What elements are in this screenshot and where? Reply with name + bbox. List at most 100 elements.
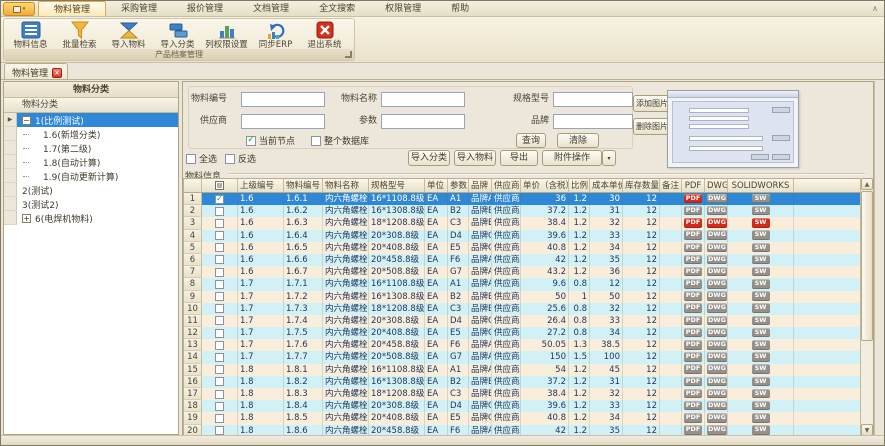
grid-row[interactable]: 1✓1.61.6.1内六角螺栓116*1108.8级EAA1品牌A供应商A136…: [184, 193, 866, 205]
grid-column-header[interactable]: DWG: [705, 179, 728, 193]
dwg-badge[interactable]: DWG: [707, 401, 727, 411]
grid-column-header[interactable]: 单价（含税）: [521, 179, 569, 193]
row-checkbox[interactable]: [215, 219, 224, 228]
dwg-badge[interactable]: DWG: [707, 291, 727, 301]
grid-row[interactable]: 131.71.7.6内六角螺栓620*458.8级EAF6品牌A供应商A650.…: [184, 339, 866, 351]
dwg-badge[interactable]: DWG: [707, 230, 727, 240]
grid-row[interactable]: 81.71.7.1内六角螺栓116*1108.8级EAA1品牌A供应商A19.6…: [184, 278, 866, 290]
ribbon-tab-3[interactable]: 报价管理: [172, 1, 238, 16]
scroll-up-icon[interactable]: ▲: [861, 178, 873, 190]
toolbar-button-material-info[interactable]: 物料信息: [6, 20, 55, 51]
grid-row[interactable]: 101.71.7.3内六角螺栓318*1208.8级EAC3品牌B供应商A325…: [184, 303, 866, 315]
grid-column-header[interactable]: [184, 179, 202, 193]
grid-column-header[interactable]: 备注: [660, 179, 682, 193]
ribbon-tab-1[interactable]: 物料管理: [38, 1, 106, 16]
pdf-badge[interactable]: PDF: [684, 377, 702, 387]
grid-column-header[interactable]: SOLIDWORKS: [728, 179, 794, 193]
grid-column-header[interactable]: 物料编号: [284, 179, 323, 193]
grid-row[interactable]: 91.71.7.2内六角螺栓216*1308.8级EAB2品牌B供应商A2501…: [184, 291, 866, 303]
grid-column-header[interactable]: 规格型号: [369, 179, 425, 193]
whole-db-checkbox[interactable]: 整个数据库: [311, 134, 369, 147]
pdf-badge[interactable]: PDF: [684, 352, 702, 362]
pdf-badge[interactable]: PDF: [684, 340, 702, 350]
grid-row[interactable]: 31.61.6.3内六角螺栓318*1208.8级EAC3品牌B供应商A338.…: [184, 217, 866, 229]
pdf-badge[interactable]: PDF: [684, 206, 702, 216]
dwg-badge[interactable]: DWG: [707, 377, 727, 387]
solidworks-badge[interactable]: SW: [752, 377, 770, 387]
application-menu-button[interactable]: ▾: [3, 2, 35, 16]
solidworks-badge[interactable]: SW: [752, 267, 770, 277]
tree-item[interactable]: +6(电焊机物料): [4, 211, 178, 225]
add-image-button[interactable]: 添加图片: [633, 95, 671, 112]
toolbar-button-batch-filter[interactable]: 批量检索: [55, 20, 104, 51]
grid-vertical-scrollbar[interactable]: ▲ ▼: [860, 178, 873, 436]
solidworks-badge[interactable]: SW: [752, 255, 770, 265]
row-checkbox[interactable]: [215, 243, 224, 252]
grid-row[interactable]: 51.61.6.5内六角螺栓520*408.8级EAE5品牌C供应商A540.8…: [184, 242, 866, 254]
pdf-badge[interactable]: PDF: [684, 364, 702, 374]
solidworks-badge[interactable]: SW: [752, 389, 770, 399]
tree-item[interactable]: 1.7(第二级): [4, 141, 178, 155]
grid-row[interactable]: 61.61.6.6内六角螺栓620*458.8级EAF6品牌A供应商A6421.…: [184, 254, 866, 266]
grid-column-header[interactable]: [202, 179, 238, 193]
select-all-checkbox[interactable]: 全选: [186, 152, 217, 165]
search-input-6[interactable]: [553, 114, 633, 129]
pdf-badge[interactable]: PDF: [684, 230, 702, 240]
header-checkbox-icon[interactable]: [215, 181, 224, 190]
pdf-badge[interactable]: PDF: [684, 243, 702, 253]
grid-row[interactable]: 161.81.8.2内六角螺栓216*1308.8级EAB2品牌B供应商A237…: [184, 376, 866, 388]
dwg-badge[interactable]: DWG: [707, 206, 727, 216]
pdf-badge[interactable]: PDF: [684, 255, 702, 265]
solidworks-badge[interactable]: SW: [752, 291, 770, 301]
dwg-badge[interactable]: DWG: [707, 267, 727, 277]
grid-column-header[interactable]: 比例: [569, 179, 590, 193]
dwg-badge[interactable]: DWG: [707, 340, 727, 350]
solidworks-badge[interactable]: SW: [752, 218, 770, 228]
row-checkbox[interactable]: [215, 255, 224, 264]
dialog-launcher-icon[interactable]: [345, 51, 352, 58]
row-checkbox[interactable]: [215, 304, 224, 313]
grid-row[interactable]: 141.71.7.7内六角螺栓720*508.8级EAG7品牌A供应商A7150…: [184, 351, 866, 363]
toolbar-button-sync-erp[interactable]: 同步ERP: [251, 20, 300, 51]
row-checkbox[interactable]: ✓: [215, 195, 224, 204]
pdf-badge[interactable]: PDF: [684, 425, 702, 435]
pdf-badge[interactable]: PDF: [684, 389, 702, 399]
tree-item[interactable]: 1.9(自动更新计算): [4, 169, 178, 183]
solidworks-badge[interactable]: SW: [752, 316, 770, 326]
dwg-badge[interactable]: DWG: [707, 218, 727, 228]
search-input-2[interactable]: [381, 92, 465, 107]
clear-button[interactable]: 清除: [557, 133, 599, 148]
tree-item[interactable]: 3(测试2): [4, 197, 178, 211]
document-tab-material[interactable]: 物料管理 ✕: [4, 63, 68, 79]
close-icon[interactable]: ✕: [52, 68, 62, 78]
solidworks-badge[interactable]: SW: [752, 328, 770, 338]
grid-column-header[interactable]: 供应商: [492, 179, 521, 193]
import-category-button[interactable]: 导入分类: [408, 150, 450, 166]
grid-row[interactable]: 181.81.8.4内六角螺栓420*308.8级EAD4品牌C供应商A439.…: [184, 400, 866, 412]
ribbon-tab-7[interactable]: 帮助: [436, 1, 484, 16]
dwg-badge[interactable]: DWG: [707, 352, 727, 362]
tree-item[interactable]: 2(测试): [4, 183, 178, 197]
solidworks-badge[interactable]: SW: [752, 206, 770, 216]
pdf-badge[interactable]: PDF: [684, 291, 702, 301]
toolbar-button-import-material[interactable]: 导入物料: [104, 20, 153, 51]
import-material-button[interactable]: 导入物料: [454, 150, 496, 166]
ribbon-tab-2[interactable]: 采购管理: [106, 1, 172, 16]
solidworks-badge[interactable]: SW: [752, 401, 770, 411]
dwg-badge[interactable]: DWG: [707, 425, 727, 435]
dwg-badge[interactable]: DWG: [707, 243, 727, 253]
search-input-5[interactable]: [381, 114, 465, 129]
toolbar-button-column-permission[interactable]: 列权限设置: [202, 20, 251, 51]
invert-select-checkbox[interactable]: 反选: [225, 152, 256, 165]
pdf-badge[interactable]: PDF: [684, 401, 702, 411]
pdf-badge[interactable]: PDF: [684, 194, 702, 204]
row-checkbox[interactable]: [215, 365, 224, 374]
grid-column-header[interactable]: 成本单价: [590, 179, 623, 193]
grid-row[interactable]: 21.61.6.2内六角螺栓216*1308.8级EAB2品牌B供应商A237.…: [184, 205, 866, 217]
solidworks-badge[interactable]: SW: [752, 352, 770, 362]
scrollbar-thumb[interactable]: [861, 191, 873, 341]
grid-column-header[interactable]: 库存数量: [623, 179, 660, 193]
dwg-badge[interactable]: DWG: [707, 279, 727, 289]
row-checkbox[interactable]: [215, 426, 224, 435]
toolbar-button-import-category[interactable]: 导入分类: [153, 20, 202, 51]
